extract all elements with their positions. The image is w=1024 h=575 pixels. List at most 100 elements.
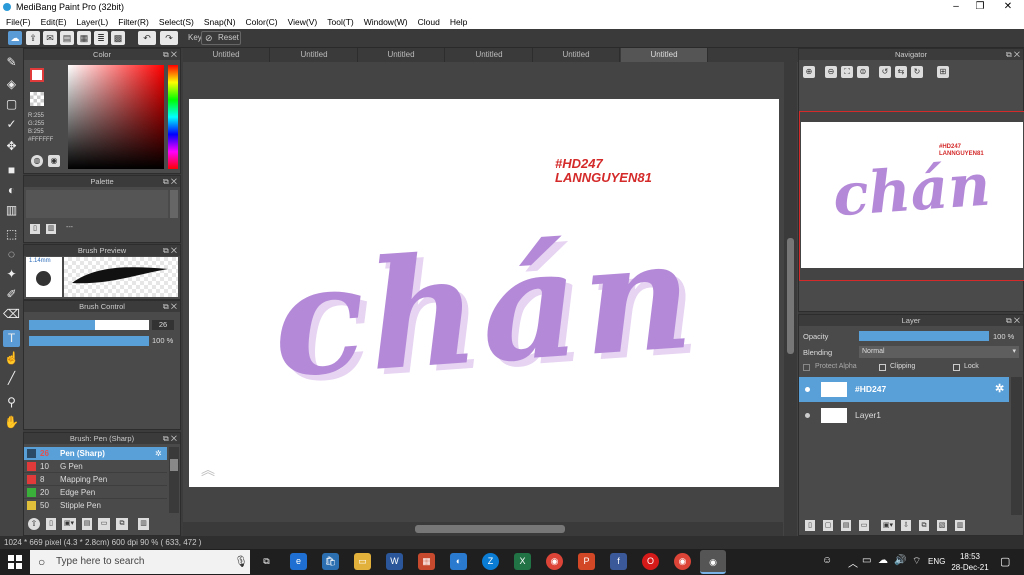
divide-tool-icon[interactable]: ╱: [3, 370, 20, 387]
magic-wand-tool-icon[interactable]: ✦: [3, 266, 20, 283]
volume-icon[interactable]: 🔊: [894, 555, 906, 566]
list-item[interactable]: 20 Edge Pen: [24, 486, 167, 499]
reset-view-icon[interactable]: ⊞: [937, 66, 949, 78]
zoom-out-icon[interactable]: ⊖: [825, 66, 837, 78]
brush-size-slider[interactable]: [29, 320, 149, 330]
wifi-icon[interactable]: ⌔: [912, 555, 921, 568]
vertical-scrollbar[interactable]: [784, 62, 797, 536]
background-color-swatch[interactable]: [30, 92, 44, 106]
palette-scrollbar[interactable]: [170, 190, 178, 218]
layer-row[interactable]: Layer1: [799, 403, 1009, 428]
facebook-icon[interactable]: f: [610, 553, 627, 570]
pen-select-tool-icon[interactable]: ✓: [3, 116, 20, 133]
palette-icon[interactable]: ◍: [31, 155, 43, 167]
new-palette-icon[interactable]: ▯: [30, 224, 40, 234]
horizontal-scroll-thumb[interactable]: [415, 525, 565, 533]
chevron-up-icon[interactable]: ︽: [201, 460, 215, 480]
close-button[interactable]: ✕: [996, 0, 1020, 14]
app-icon[interactable]: ▦: [418, 553, 435, 570]
panel-controls-icon[interactable]: ⧉ ✕: [163, 245, 177, 256]
notification-icon[interactable]: ▢: [1000, 555, 1010, 568]
lasso-tool-icon[interactable]: ◌: [3, 246, 20, 263]
mask-icon[interactable]: ▧: [937, 520, 947, 531]
undo-icon[interactable]: ↶: [138, 31, 156, 45]
menu-color[interactable]: Color(C): [246, 17, 278, 27]
brush-tool-icon[interactable]: ✎: [3, 54, 20, 71]
brush-opacity-slider[interactable]: [29, 336, 149, 346]
panel-controls-icon[interactable]: ⧉ ✕: [163, 176, 177, 187]
menu-view[interactable]: View(V): [288, 17, 318, 27]
merge-icon[interactable]: ⇩: [901, 520, 911, 531]
vertical-scroll-thumb[interactable]: [787, 238, 794, 354]
menu-help[interactable]: Help: [450, 17, 467, 27]
menu-select[interactable]: Select(S): [159, 17, 194, 27]
new-vector-layer-icon[interactable]: ▤: [841, 520, 851, 531]
media-icon[interactable]: ◐: [450, 553, 467, 570]
layer-scrollbar[interactable]: [1011, 377, 1022, 515]
medibang-taskbar-icon[interactable]: ◉: [700, 550, 726, 574]
operation-tool-icon[interactable]: ☝: [3, 350, 20, 367]
tab-untitled-4[interactable]: Untitled: [446, 48, 533, 62]
maximize-button[interactable]: ❐: [968, 0, 992, 14]
hand-tool-icon[interactable]: ✋: [3, 414, 20, 431]
language-indicator[interactable]: ENG: [928, 557, 945, 566]
new-raster-layer-icon[interactable]: ▢: [823, 520, 833, 531]
panel-controls-icon[interactable]: ⧉ ✕: [163, 49, 177, 60]
select-tool-icon[interactable]: ⬚: [3, 226, 20, 243]
minimize-button[interactable]: –: [944, 0, 968, 14]
select-eraser-tool-icon[interactable]: ⌫: [3, 306, 20, 323]
chevron-up-icon[interactable]: ︿: [848, 555, 858, 570]
task-view-icon[interactable]: ⧉: [258, 553, 275, 570]
chrome-alt-icon[interactable]: ◉: [674, 553, 691, 570]
zoom-in-icon[interactable]: ⊕: [803, 66, 815, 78]
color-picker-square[interactable]: [68, 65, 164, 169]
actual-size-icon[interactable]: ⊜: [857, 66, 869, 78]
folder-icon[interactable]: ▭: [98, 518, 110, 530]
comment-icon[interactable]: ✉: [43, 31, 57, 45]
bucket-tool-icon[interactable]: ◐: [3, 182, 20, 199]
eraser-tool-icon[interactable]: ◈: [3, 76, 20, 93]
brush-size-value[interactable]: 26: [152, 320, 174, 330]
panel-icon[interactable]: ▦: [77, 31, 91, 45]
reset-button[interactable]: ⊘ Reset: [201, 31, 241, 45]
flip-icon[interactable]: ⇆: [895, 66, 907, 78]
menu-layer[interactable]: Layer(L): [77, 17, 109, 27]
rotate-right-icon[interactable]: ↻: [911, 66, 923, 78]
brush-list-scrollbar[interactable]: [169, 447, 179, 513]
panel-controls-icon[interactable]: ⧉ ✕: [1006, 315, 1020, 326]
gear-icon[interactable]: ✲: [155, 447, 162, 460]
zalo-icon[interactable]: Z: [482, 553, 499, 570]
menu-edit[interactable]: Edit(E): [41, 17, 67, 27]
clock[interactable]: 18:53 28-Dec-21: [950, 551, 990, 573]
file-explorer-icon[interactable]: ▭: [354, 553, 371, 570]
copy-icon[interactable]: ⧉: [919, 520, 929, 531]
horizontal-scrollbar[interactable]: [183, 522, 783, 536]
canvas-paper[interactable]: #HD247 LANNGUYEN81 chán: [189, 99, 779, 487]
list-item[interactable]: 8 Mapping Pen: [24, 473, 167, 486]
layer-row[interactable]: #HD247 ✲: [799, 377, 1009, 402]
store-icon[interactable]: 🛍: [322, 553, 339, 570]
list-item[interactable]: 10 G Pen: [24, 460, 167, 473]
select-pen-tool-icon[interactable]: ✐: [3, 286, 20, 303]
list-item[interactable]: 26 Pen (Sharp) ✲: [24, 447, 167, 460]
tab-untitled-5[interactable]: Untitled: [533, 48, 620, 62]
layer-opacity-slider[interactable]: [859, 331, 989, 341]
eyedropper-tool-icon[interactable]: ⚲: [3, 394, 20, 411]
folder-icon[interactable]: ▭: [859, 520, 869, 531]
foreground-color-swatch[interactable]: [30, 68, 44, 82]
menu-snap[interactable]: Snap(N): [204, 17, 236, 27]
opera-icon[interactable]: O: [642, 553, 659, 570]
new-layer-icon[interactable]: ▯: [805, 520, 815, 531]
rotate-left-icon[interactable]: ↺: [879, 66, 891, 78]
tab-untitled-1[interactable]: Untitled: [183, 48, 270, 62]
panel-controls-icon[interactable]: ⧉ ✕: [163, 301, 177, 312]
upload-brush-icon[interactable]: ⇧: [28, 518, 40, 530]
color-wheel-icon[interactable]: ◉: [48, 155, 60, 167]
menu-tool[interactable]: Tool(T): [327, 17, 353, 27]
gear-icon[interactable]: ✲: [995, 377, 1004, 402]
palette-swatch-area[interactable]: [26, 190, 168, 218]
shape-tool-icon[interactable]: ▢: [3, 96, 20, 113]
windows-start-icon[interactable]: [8, 555, 22, 569]
menu-window[interactable]: Window(W): [364, 17, 408, 27]
cloud-icon[interactable]: ☁: [8, 31, 22, 45]
